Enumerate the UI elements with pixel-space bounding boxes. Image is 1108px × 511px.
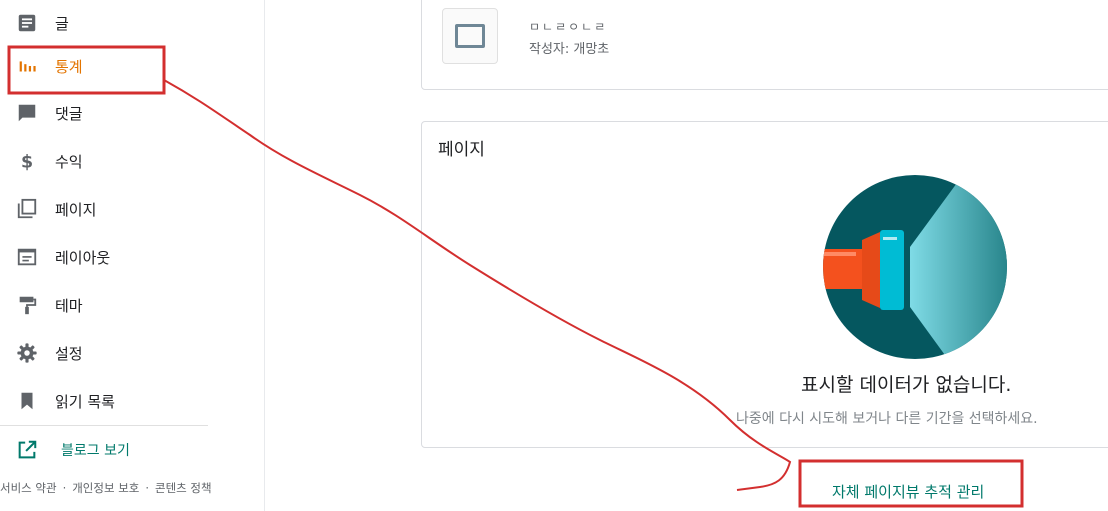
content-policy-link[interactable]: 콘텐츠 정책 — [155, 481, 212, 495]
sidebar-item-stats[interactable]: 통계 — [0, 43, 210, 89]
sidebar-item-comments[interactable]: 댓글 — [0, 90, 210, 136]
footer-separator: · — [62, 481, 67, 495]
post-card[interactable]: ㅁㄴㄹㅇㄴㄹ 작성자: 개망초 — [421, 0, 1108, 90]
sidebar-item-earnings[interactable]: $ 수익 — [0, 138, 210, 184]
sidebar-item-label: 테마 — [55, 296, 83, 315]
sidebar-item-theme[interactable]: 테마 — [0, 282, 210, 328]
sidebar-item-pages[interactable]: 페이지 — [0, 186, 210, 232]
bookmark-icon — [21, 392, 33, 410]
post-author: 작성자: 개망초 — [529, 42, 610, 57]
gear-icon — [17, 343, 37, 363]
sidebar-item-label: 수익 — [55, 152, 83, 171]
post-thumbnail — [442, 8, 498, 64]
manage-pageview-tracking-link[interactable]: 자체 페이지뷰 추적 관리 — [832, 481, 984, 502]
view-blog-link[interactable]: 블로그 보기 — [0, 427, 210, 473]
post-icon — [18, 14, 36, 32]
sidebar-item-reading-list[interactable]: 읽기 목록 — [0, 378, 210, 424]
sidebar-item-posts[interactable]: 글 — [0, 0, 210, 46]
sidebar-item-label: 레이아웃 — [55, 248, 111, 267]
view-blog-label: 블로그 보기 — [61, 443, 130, 459]
sidebar-item-label: 읽기 목록 — [55, 392, 115, 411]
empty-state-title: 표시할 데이터가 없습니다. — [801, 374, 1012, 396]
sidebar: 글 통계 댓글 $ 수익 페이지 레이아웃 테마 설정 읽기 목록 블로그 보기… — [0, 0, 265, 511]
sidebar-item-label: 페이지 — [55, 200, 97, 219]
sidebar-item-label: 설정 — [55, 344, 83, 363]
sidebar-item-settings[interactable]: 설정 — [0, 330, 210, 376]
empty-state-subtitle: 나중에 다시 시도해 보거나 다른 기간을 선택하세요. — [736, 411, 1038, 427]
pages-icon — [17, 198, 37, 219]
stats-icon — [19, 61, 36, 72]
terms-link[interactable]: 서비스 약관 — [0, 481, 57, 495]
svg-text:$: $ — [21, 152, 33, 172]
empty-flashlight-illustration — [823, 175, 1007, 359]
sidebar-item-label: 글 — [55, 14, 69, 33]
card-title: 페이지 — [438, 140, 485, 160]
privacy-link[interactable]: 개인정보 보호 — [72, 481, 139, 495]
image-placeholder-icon — [455, 24, 485, 48]
paint-roller-icon — [19, 296, 37, 315]
dollar-icon: $ — [21, 152, 33, 172]
comment-icon — [18, 104, 36, 122]
sidebar-item-layout[interactable]: 레이아웃 — [0, 234, 210, 280]
sidebar-item-label: 댓글 — [55, 104, 83, 123]
sidebar-divider — [0, 425, 208, 426]
sidebar-item-label: 통계 — [55, 57, 83, 76]
sidebar-footer: 서비스 약관 · 개인정보 보호 · 콘텐츠 정책 — [0, 480, 212, 496]
pages-stats-card: 페이지 표시할 데이터가 없습니다. 나중에 다시 시도해 보거나 다른 기간을 — [421, 121, 1108, 448]
open-external-icon — [18, 440, 37, 459]
layout-icon — [17, 248, 37, 266]
post-title[interactable]: ㅁㄴㄹㅇㄴㄹ — [529, 18, 607, 35]
main-content: ㅁㄴㄹㅇㄴㄹ 작성자: 개망초 페이지 표시할 데이터가 없습니다. 나중에 다… — [265, 0, 1108, 511]
footer-separator: · — [145, 481, 150, 495]
